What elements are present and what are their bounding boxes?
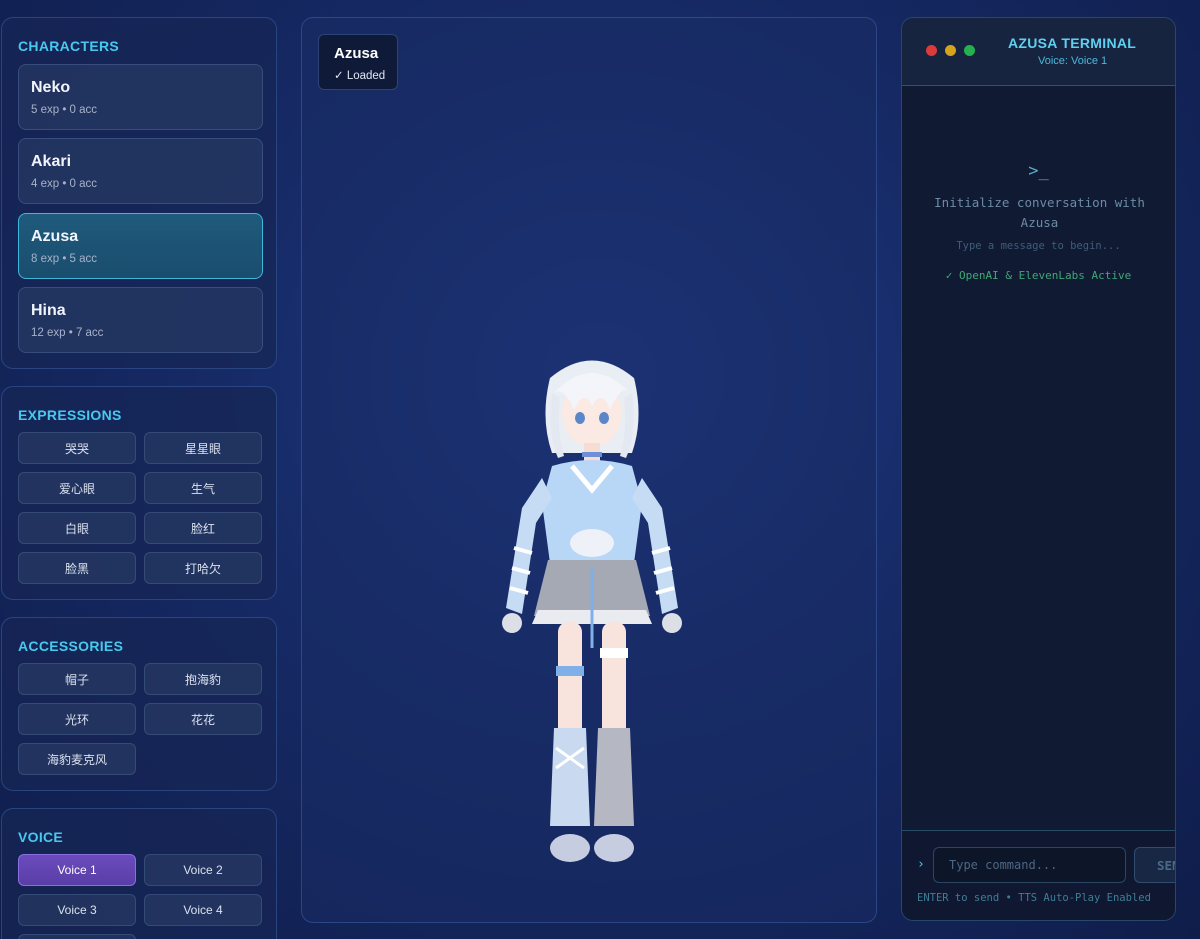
voice-button-selected[interactable]: Voice 1 [18,854,136,886]
character-name: Hina [31,302,66,319]
accessory-button[interactable]: 抱海豹 [144,663,262,695]
expression-button[interactable]: 白眼 [18,512,136,544]
terminal-input-bar: › SEND ENTER to send • TTS Auto-Play Ena… [902,830,1175,920]
expression-button[interactable]: 脸红 [144,512,262,544]
character-card-hina[interactable]: Hina 12 exp • 7 acc [18,287,263,353]
accessory-button[interactable]: 帽子 [18,663,136,695]
accessories-title: ACCESSORIES [18,638,124,654]
accessory-button[interactable]: 海豹麦克风 [18,743,136,775]
terminal-voice-label: Voice: Voice 1 [1038,55,1108,67]
character-meta: 12 exp • 7 acc [31,327,104,339]
loaded-character-name: Azusa [334,45,379,62]
voice-panel: VOICE Voice 1 Voice 2 Voice 3 Voice 4 [1,808,277,939]
init-message: Initialize conversation with Azusa [934,195,1145,230]
character-name: Akari [31,153,72,170]
characters-panel: CHARACTERS Neko 5 exp • 0 acc Akari 4 ex… [1,17,277,369]
maximize-dot-icon [964,45,975,56]
voice-button[interactable] [18,934,136,939]
characters-title: CHARACTERS [18,38,119,54]
expression-button[interactable]: 打哈欠 [144,552,262,584]
command-input[interactable] [933,847,1126,883]
character-meta: 5 exp • 0 acc [31,104,98,116]
voice-title: VOICE [18,829,64,845]
terminal-footer-hint: ENTER to send • TTS Auto-Play Enabled [917,892,1151,904]
minimize-dot-icon [945,45,956,56]
terminal-title: AZUSA TERMINAL [1008,35,1137,51]
character-card-azusa[interactable]: Azusa 8 exp • 5 acc [18,213,263,279]
terminal-prompt-icon: >_ [1028,161,1049,181]
chat-terminal: AZUSA TERMINAL Voice: Voice 1 >_ Initial… [901,17,1176,921]
loaded-status: ✓ Loaded [334,70,386,82]
input-caret-icon: › [917,857,925,872]
expression-button[interactable]: 爱心眼 [18,472,136,504]
voice-button[interactable]: Voice 4 [144,894,262,926]
expressions-panel: EXPRESSIONS 哭哭 星星眼 爱心眼 生气 白眼 脸红 脸黑 打哈欠 [1,386,277,600]
character-meta: 4 exp • 0 acc [31,178,98,190]
model-viewer[interactable]: Azusa ✓ Loaded [301,17,877,923]
close-dot-icon [926,45,937,56]
accessories-panel: ACCESSORIES 帽子 抱海豹 光环 花花 海豹麦克风 [1,617,277,791]
expression-button[interactable]: 星星眼 [144,432,262,464]
expression-button[interactable]: 生气 [144,472,262,504]
loaded-badge: Azusa ✓ Loaded [318,34,398,90]
character-model[interactable] [492,348,692,873]
voice-button[interactable]: Voice 3 [18,894,136,926]
terminal-header: AZUSA TERMINAL Voice: Voice 1 [902,18,1175,86]
character-name: Neko [31,79,71,96]
voice-button[interactable]: Voice 2 [144,854,262,886]
character-meta: 8 exp • 5 acc [31,253,98,265]
send-button[interactable]: SEND [1134,847,1175,883]
expression-button[interactable]: 哭哭 [18,432,136,464]
character-card-neko[interactable]: Neko 5 exp • 0 acc [18,64,263,130]
services-status: ✓ OpenAI & ElevenLabs Active [945,269,1132,282]
accessory-button[interactable]: 花花 [144,703,262,735]
expression-button[interactable]: 脸黑 [18,552,136,584]
character-name: Azusa [31,228,79,245]
expressions-title: EXPRESSIONS [18,407,122,423]
character-card-akari[interactable]: Akari 4 exp • 0 acc [18,138,263,204]
hint-message: Type a message to begin... [956,240,1121,252]
accessory-button[interactable]: 光环 [18,703,136,735]
